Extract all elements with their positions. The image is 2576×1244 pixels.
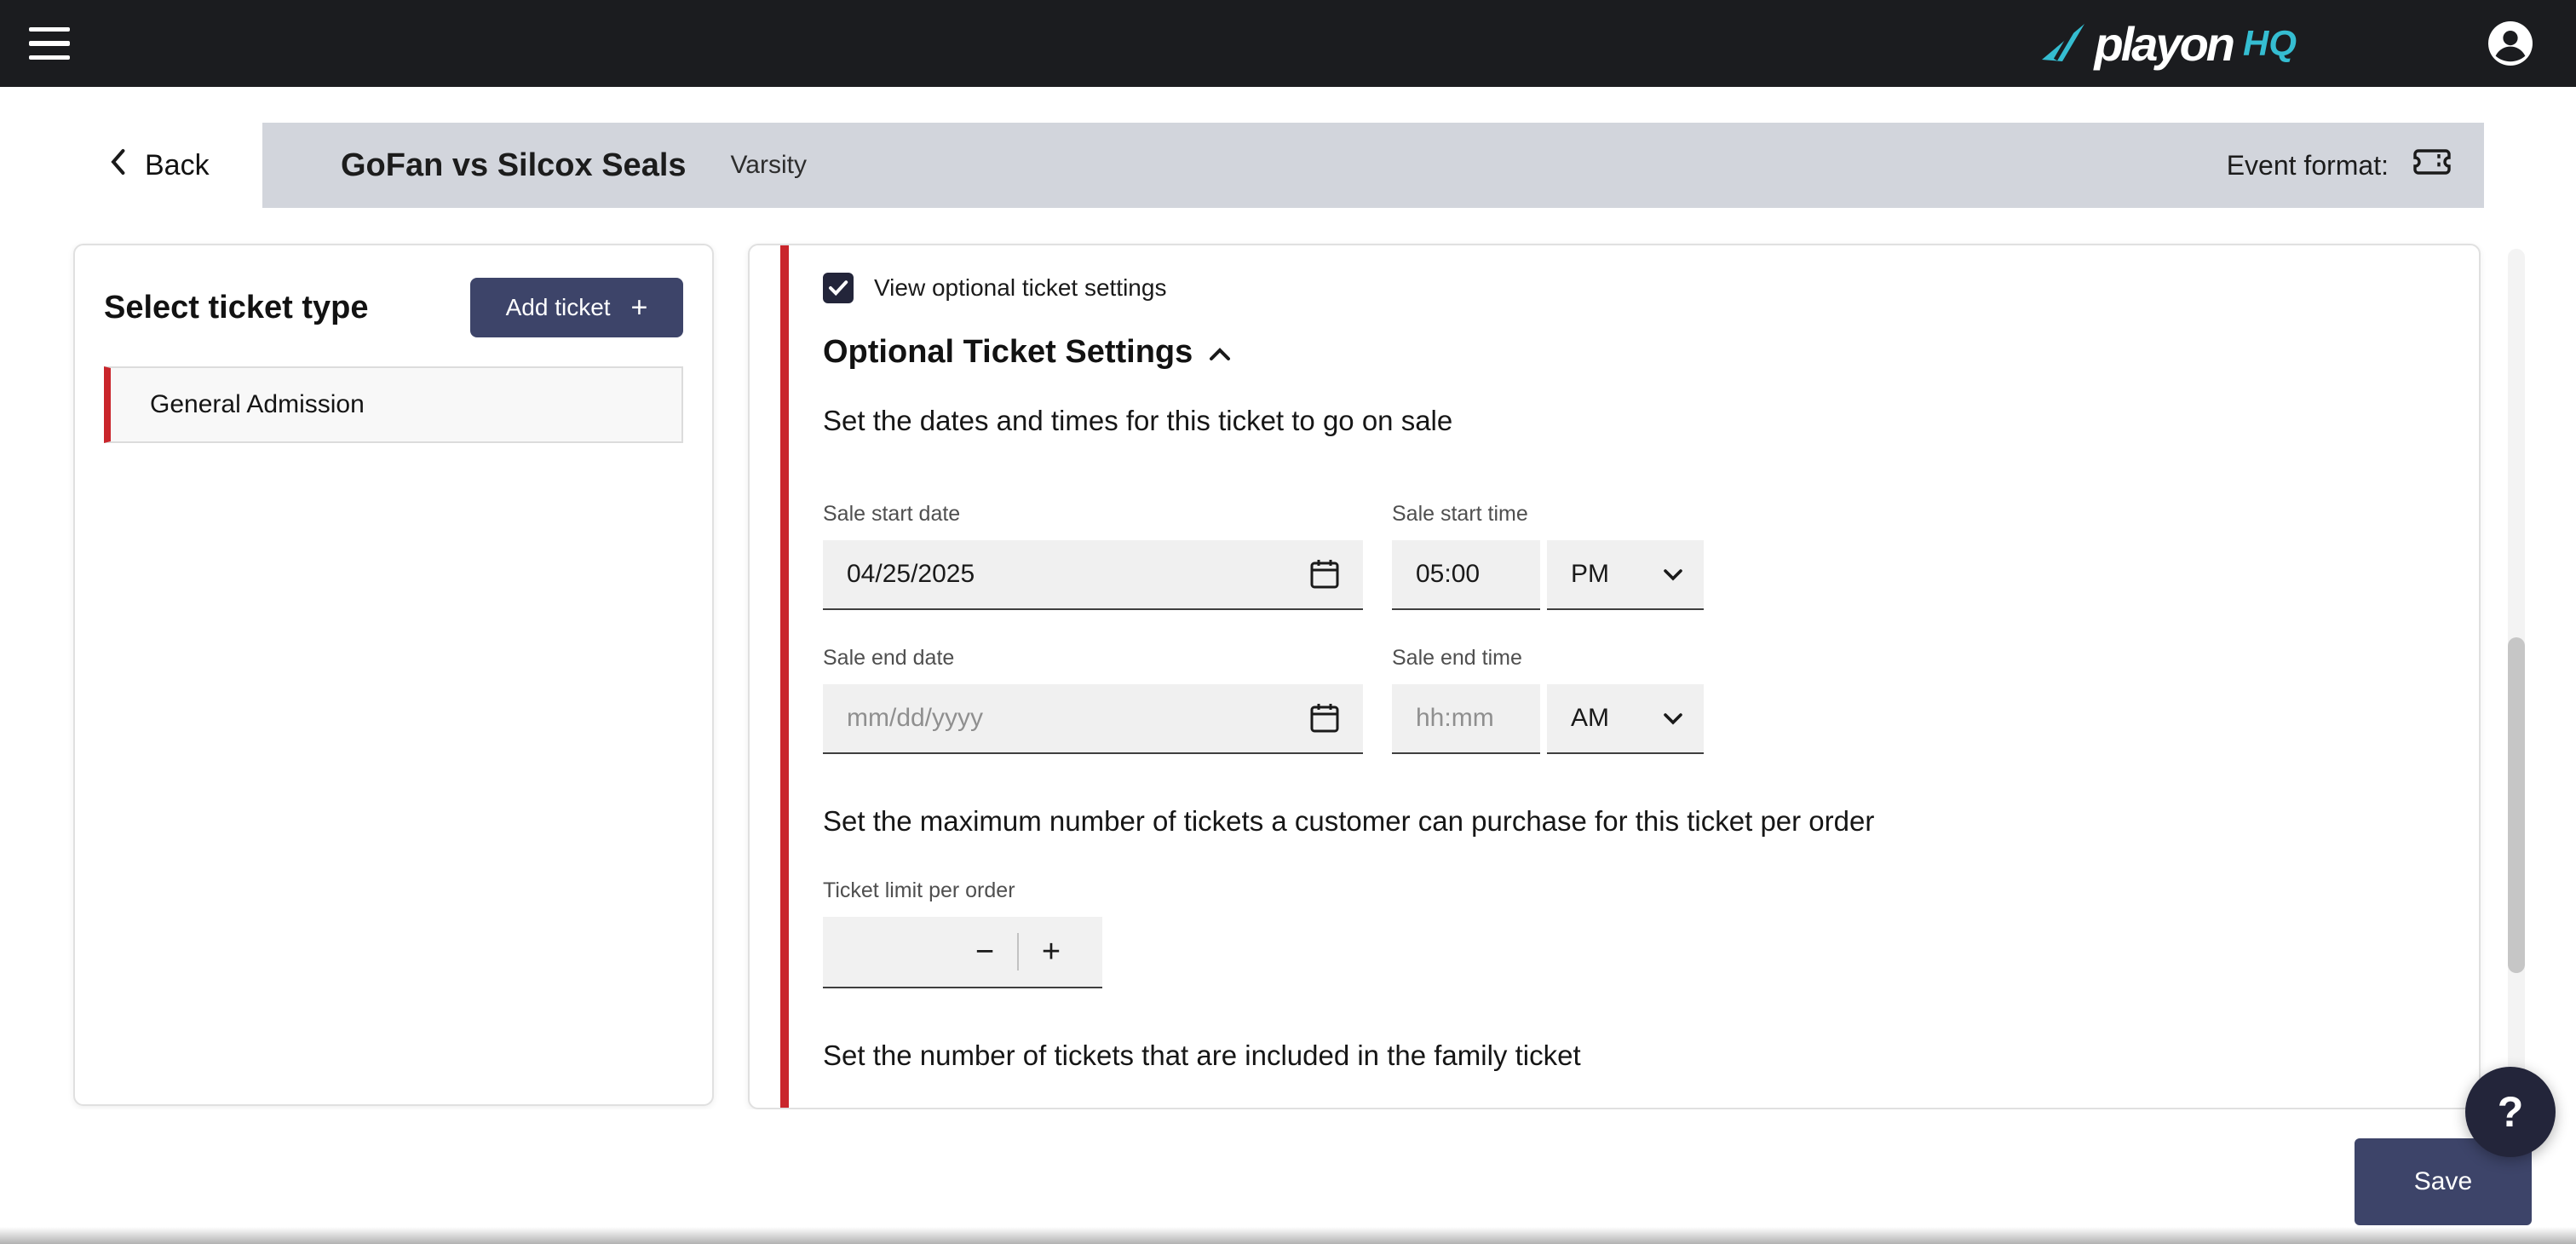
logo-playon-text: playon [2095,16,2233,72]
sale-end-date-input[interactable] [823,704,1363,733]
scrollbar-thumb[interactable] [2508,637,2525,973]
sale-start-meridiem-select[interactable]: PM [1547,540,1704,610]
sale-start-time-label: Sale start time [1392,502,1704,527]
ticket-settings-content: View optional ticket settings Optional T… [750,245,2479,1072]
event-level: Varsity [731,151,807,180]
ticket-item-general-admission[interactable]: General Admission [104,366,683,443]
sale-end-time-input[interactable] [1392,704,1540,733]
optional-settings-title-text: Optional Ticket Settings [823,334,1193,371]
calendar-icon[interactable] [1307,701,1343,737]
family-ticket-heading: Set the number of tickets that are inclu… [823,1040,2411,1072]
sale-end-meridiem-value: AM [1571,704,1609,733]
plus-icon: + [631,293,648,322]
sale-end-date-field: Sale end date [823,646,1363,754]
sale-end-time-pair: AM [1392,684,1704,754]
event-title: GoFan vs Silcox Seals [341,147,687,184]
ticket-limit-label: Ticket limit per order [823,878,2411,903]
sale-start-row: Sale start date [823,502,2411,610]
playon-hq-logo: playon HQ [2040,0,2297,87]
chevron-down-icon [1663,704,1683,733]
sale-end-row: Sale end date [823,646,2411,754]
sale-end-time-label: Sale end time [1392,646,1704,671]
sale-start-time-input-wrap [1392,540,1540,610]
hamburger-menu-icon[interactable] [29,27,70,60]
ticket-limit-field: Ticket limit per order − + [823,878,2411,988]
logo-hq-text: HQ [2243,23,2297,64]
sale-end-date-label: Sale end date [823,646,1363,671]
sale-start-date-input[interactable] [823,560,1363,589]
help-button[interactable]: ? [2465,1067,2556,1157]
back-label: Back [145,149,210,182]
optional-settings-title[interactable]: Optional Ticket Settings [823,334,1232,371]
sale-window-heading: Set the dates and times for this ticket … [823,405,2411,437]
event-format-label: Event format: [2227,150,2389,181]
check-icon [828,279,848,297]
ticket-limit-heading: Set the maximum number of tickets a cust… [823,805,2411,838]
event-header-bar: GoFan vs Silcox Seals Varsity Event form… [262,123,2484,208]
view-optional-checkbox[interactable] [823,273,854,303]
view-optional-label: View optional ticket settings [874,274,1166,302]
sale-start-date-field: Sale start date [823,502,1363,610]
top-navigation-bar: playon HQ [0,0,2576,87]
sale-start-time-pair: PM [1392,540,1704,610]
sale-start-time-input[interactable] [1392,560,1540,589]
stepper-divider [1017,933,1019,970]
stepper-decrement-button[interactable]: − [961,928,1009,976]
view-optional-settings-checkbox-row[interactable]: View optional ticket settings [823,273,1166,303]
sale-start-date-input-wrap [823,540,1363,610]
sale-start-meridiem-value: PM [1571,560,1609,589]
calendar-icon[interactable] [1307,557,1343,593]
chevron-down-icon [1663,560,1683,589]
vertical-scrollbar [2508,249,2525,1109]
add-ticket-label: Add ticket [506,294,611,321]
sale-start-time-field: Sale start time PM [1392,502,1704,610]
ticket-type-list: General Admission [104,366,683,443]
sale-window-form: Sale start date [823,502,2411,754]
footer-action-bar: Save [0,1109,2576,1244]
collapse-caret-icon[interactable] [1208,334,1232,371]
ticket-type-panel: Select ticket type Add ticket + General … [73,244,714,1106]
red-accent-stripe [780,245,789,1108]
sale-end-meridiem-select[interactable]: AM [1547,684,1704,754]
stepper-increment-button[interactable]: + [1027,928,1075,976]
ticket-limit-stepper: − + [823,917,1102,988]
add-ticket-button[interactable]: Add ticket + [470,278,683,337]
sale-end-date-input-wrap [823,684,1363,754]
event-header-row: Back GoFan vs Silcox Seals Varsity Event… [0,123,2576,208]
event-format: Event format: [2227,145,2453,186]
ticket-type-panel-title: Select ticket type [104,278,368,326]
back-chevron-icon [109,147,126,184]
sale-end-time-input-wrap [1392,684,1540,754]
ticket-icon[interactable] [2411,145,2453,186]
back-button[interactable]: Back [109,123,210,208]
account-icon[interactable] [2487,20,2533,66]
ticket-item-label: General Admission [150,390,365,419]
ticket-type-panel-header: Select ticket type Add ticket + [104,278,683,337]
app-root: playon HQ Back GoFan vs Silcox Seals Var… [0,0,2576,1244]
sale-start-date-label: Sale start date [823,502,1363,527]
sale-end-time-field: Sale end time AM [1392,646,1704,754]
playon-logo-mark-icon [2040,20,2086,70]
ticket-settings-panel: View optional ticket settings Optional T… [748,244,2481,1109]
